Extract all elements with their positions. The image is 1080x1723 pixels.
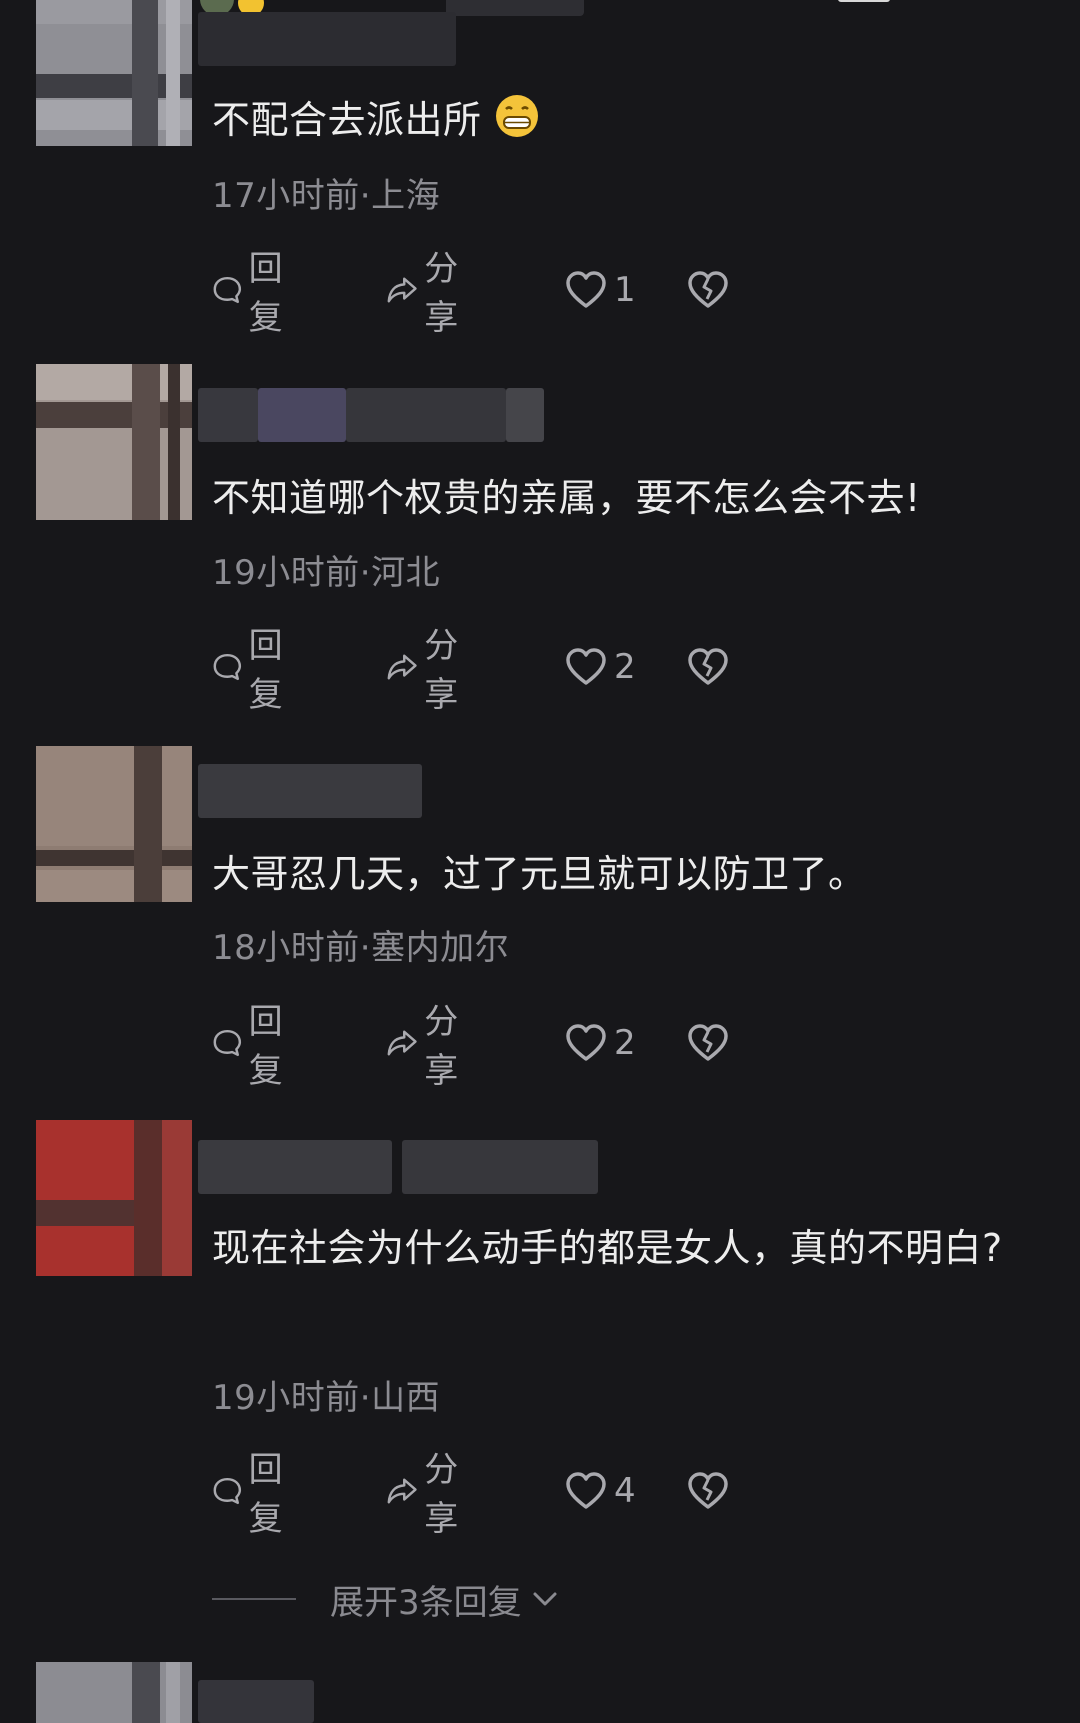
- comment-meta: 17小时前·上海: [212, 176, 441, 216]
- reply-label: 回复: [248, 249, 283, 338]
- reply-button[interactable]: 回复: [212, 249, 296, 338]
- avatar[interactable]: [36, 1662, 192, 1723]
- blurred-text: [446, 0, 584, 16]
- dislike-button[interactable]: [686, 1018, 730, 1068]
- like-count: 1: [614, 270, 636, 310]
- like-button[interactable]: 2: [564, 1018, 636, 1068]
- broken-heart-icon: [688, 1472, 728, 1509]
- heart-icon: [566, 648, 606, 685]
- comment-bubble-icon: [213, 1029, 242, 1057]
- share-button[interactable]: 分享: [386, 1450, 472, 1539]
- broken-heart-icon: [688, 1024, 728, 1061]
- reply-button[interactable]: 回复: [212, 626, 296, 715]
- comment-text: 不知道哪个权贵的亲属，要不怎么会不去!: [212, 476, 921, 520]
- comment-bubble-icon: [213, 1477, 242, 1505]
- avatar[interactable]: [36, 364, 192, 520]
- like-button[interactable]: 2: [564, 642, 636, 692]
- nickname-blurred[interactable]: [198, 12, 456, 66]
- like-button[interactable]: 4: [564, 1466, 636, 1516]
- reply-label: 回复: [248, 626, 283, 715]
- share-button[interactable]: 分享: [386, 249, 472, 338]
- nickname-blurred[interactable]: [198, 764, 422, 818]
- like-count: 2: [614, 647, 636, 687]
- reply-label: 回复: [248, 1002, 283, 1091]
- heart-icon: [566, 1024, 606, 1061]
- comment-text: 现在社会为什么动手的都是女人，真的不明白?: [212, 1226, 1003, 1270]
- nickname-blurred[interactable]: [198, 388, 544, 442]
- avatar[interactable]: [36, 746, 192, 902]
- heart-icon: [566, 1472, 606, 1509]
- comment-meta: 18小时前·塞内加尔: [212, 928, 510, 968]
- share-label: 分享: [424, 1002, 459, 1091]
- grinning-face-emoji: [495, 95, 538, 137]
- comment-bubble-icon: [213, 653, 242, 681]
- blurred-text: [838, 0, 890, 2]
- chevron-down-icon: [533, 1592, 557, 1606]
- share-arrow-icon: [387, 1478, 417, 1504]
- share-arrow-icon: [387, 1030, 417, 1056]
- heart-icon: [566, 271, 606, 308]
- comment-text: 不配合去派出所: [212, 84, 1042, 156]
- like-button[interactable]: 1: [564, 265, 636, 315]
- share-arrow-icon: [387, 654, 417, 680]
- reply-label: 回复: [248, 1450, 283, 1539]
- comment-meta: 19小时前·河北: [212, 553, 441, 593]
- broken-heart-icon: [688, 271, 728, 308]
- like-count: 2: [614, 1023, 636, 1063]
- reply-button[interactable]: 回复: [212, 1002, 296, 1091]
- expand-replies-button[interactable]: 展开3条回复: [212, 1574, 560, 1624]
- reply-button[interactable]: 回复: [212, 1450, 296, 1539]
- divider-line: [212, 1598, 296, 1600]
- share-arrow-icon: [387, 277, 417, 303]
- share-button[interactable]: 分享: [386, 626, 472, 715]
- nickname-blurred[interactable]: [198, 1140, 598, 1194]
- dislike-button[interactable]: [686, 1466, 730, 1516]
- avatar[interactable]: [36, 0, 192, 146]
- share-label: 分享: [424, 249, 459, 338]
- dislike-button[interactable]: [686, 642, 730, 692]
- avatar[interactable]: [36, 1120, 192, 1276]
- comment-meta: 19小时前·山西: [212, 1378, 441, 1418]
- share-button[interactable]: 分享: [386, 1002, 472, 1091]
- broken-heart-icon: [688, 648, 728, 685]
- share-label: 分享: [424, 1450, 459, 1539]
- nickname-blurred[interactable]: [198, 1680, 314, 1723]
- comment-text: 大哥忍几天，过了元旦就可以防卫了。: [212, 852, 867, 896]
- dislike-button[interactable]: [686, 265, 730, 315]
- comment-bubble-icon: [213, 276, 242, 304]
- expand-replies-label: 展开3条回复: [330, 1582, 522, 1623]
- share-label: 分享: [424, 626, 459, 715]
- like-count: 4: [614, 1471, 636, 1511]
